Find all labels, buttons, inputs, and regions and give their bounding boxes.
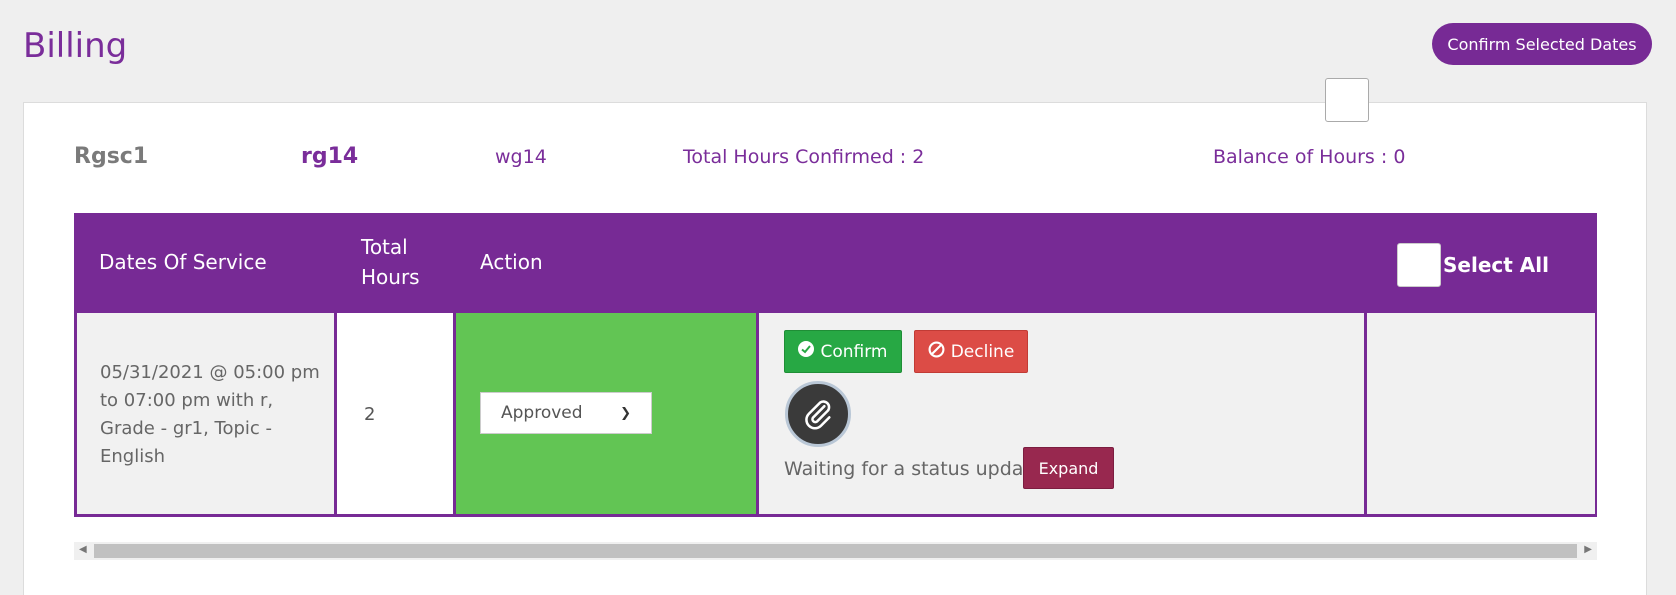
status-message: Waiting for a status update. xyxy=(784,458,1049,480)
dates-of-service-text: 05/31/2021 @ 05:00 pm to 07:00 pm with r… xyxy=(100,362,320,467)
select-all-checkbox[interactable] xyxy=(1397,243,1441,287)
confirm-button[interactable]: Confirm xyxy=(784,330,902,373)
header-total-hours: Total Hours xyxy=(361,235,420,289)
dates-cell: 05/31/2021 @ 05:00 pm to 07:00 pm with r… xyxy=(74,313,337,517)
paperclip-icon[interactable] xyxy=(785,381,851,447)
table-header: Dates Of Service Total Hours Action Selec… xyxy=(74,213,1597,313)
select-cell xyxy=(1364,313,1597,517)
balance-of-hours: Balance of Hours : 0 xyxy=(1213,146,1406,168)
ban-icon xyxy=(928,341,945,363)
scroll-thumb[interactable] xyxy=(94,544,1577,558)
confirm-selected-dates-button[interactable]: Confirm Selected Dates xyxy=(1432,23,1652,65)
header-action: Action xyxy=(480,250,543,274)
code-secondary: wg14 xyxy=(495,146,547,168)
header-dates-of-service: Dates Of Service xyxy=(99,250,267,274)
action-cell: Confirm Decline Waiting for a status upd… xyxy=(756,313,1367,517)
scroll-right-icon[interactable]: ▶ xyxy=(1584,544,1592,555)
horizontal-scrollbar[interactable]: ◀ ▶ xyxy=(74,542,1597,560)
student-name: Rgsc1 xyxy=(74,144,149,169)
chevron-down-icon: ❯ xyxy=(620,405,631,421)
decline-button[interactable]: Decline xyxy=(914,330,1028,373)
page-title: Billing xyxy=(23,26,128,66)
total-hours-value: 2 xyxy=(364,404,376,425)
scroll-left-icon[interactable]: ◀ xyxy=(79,544,87,555)
select-all-label: Select All xyxy=(1443,253,1549,277)
status-select[interactable]: Approved ❯ xyxy=(480,392,652,434)
code-primary: rg14 xyxy=(301,144,359,169)
status-cell: Approved ❯ xyxy=(453,313,759,517)
hours-cell: 2 xyxy=(334,313,456,517)
status-select-value: Approved xyxy=(501,403,583,423)
table-row: 05/31/2021 @ 05:00 pm to 07:00 pm with r… xyxy=(74,313,1597,517)
confirm-label: Confirm xyxy=(820,341,888,362)
row-checkbox[interactable] xyxy=(1325,78,1369,122)
expand-button[interactable]: Expand xyxy=(1023,447,1114,489)
decline-label: Decline xyxy=(950,341,1015,362)
check-circle-icon xyxy=(798,341,815,362)
total-hours-confirmed: Total Hours Confirmed : 2 xyxy=(683,146,925,168)
